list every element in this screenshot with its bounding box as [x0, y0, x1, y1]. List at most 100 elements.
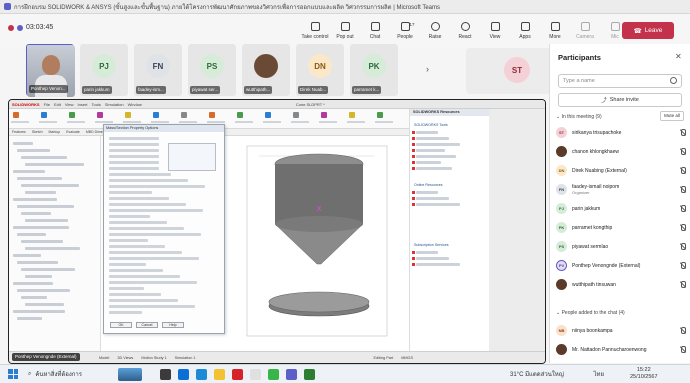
ribbon-tool-icon[interactable]	[41, 112, 47, 118]
camera-button[interactable]: Camera	[570, 18, 600, 44]
tree-item[interactable]	[21, 296, 47, 299]
participant-row[interactable]: DN Direk Nuabing (External)	[556, 163, 686, 178]
participant-tile[interactable]: PS piyawat ser...	[188, 44, 236, 96]
participant-tile[interactable]: FN faadey-ism...	[134, 44, 182, 96]
dialog-cancel-button[interactable]: Cancel	[136, 322, 158, 328]
sw-menu-item[interactable]: Window	[128, 102, 142, 107]
tree-item[interactable]	[17, 289, 70, 292]
participant-tile[interactable]: wutthipath...	[242, 44, 290, 96]
share-invite-button[interactable]: ⤴ Share invite	[558, 93, 682, 107]
sw-menu-item[interactable]: Tools	[92, 102, 101, 107]
solidworks-taskbar-icon[interactable]	[232, 369, 243, 380]
participant-row[interactable]: PV Ponthep Venongnde (External)	[556, 258, 686, 273]
tree-item[interactable]	[13, 310, 65, 313]
participant-tile[interactable]: PK parramet k...	[350, 44, 398, 96]
dialog-ok-button[interactable]: OK	[110, 322, 132, 328]
people-button[interactable]: People 17	[390, 18, 420, 44]
tree-item[interactable]	[25, 303, 64, 306]
tree-item[interactable]	[13, 142, 33, 145]
react-button[interactable]: React	[450, 18, 480, 44]
tree-item[interactable]	[25, 191, 56, 194]
sw-bottom-tab[interactable]: 3D Views	[117, 356, 133, 360]
resource-link[interactable]	[416, 251, 438, 254]
resource-link[interactable]	[416, 203, 460, 206]
resource-link[interactable]	[416, 197, 449, 200]
in-meeting-header[interactable]: ⌄ In this meeting (9)	[556, 114, 602, 120]
close-icon[interactable]: ✕	[675, 52, 682, 61]
resource-link[interactable]	[416, 149, 445, 152]
file-explorer-icon[interactable]	[214, 369, 225, 380]
tree-item[interactable]	[21, 268, 75, 271]
sw-bottom-tab[interactable]: Model	[99, 356, 109, 360]
resource-link[interactable]	[416, 155, 456, 158]
sw-tab[interactable]: Markup	[49, 130, 61, 134]
view-button[interactable]: View	[480, 18, 510, 44]
participant-row[interactable]: FN faadey-ismail noipom Organizer	[556, 182, 686, 197]
ribbon-tool-icon[interactable]	[125, 112, 131, 118]
pop-out-button[interactable]: Pop out	[330, 18, 360, 44]
tree-item[interactable]	[25, 247, 80, 250]
tree-item[interactable]	[13, 226, 69, 229]
edge-icon[interactable]	[178, 369, 189, 380]
sw-menu-item[interactable]: Insert	[78, 102, 88, 107]
chevron-right-icon[interactable]: ›	[426, 64, 429, 74]
participant-row[interactable]: Mr. Nattadon Pannucharoenwong	[556, 342, 686, 357]
participant-row[interactable]: wutthipath tinsuwan	[556, 277, 686, 292]
sw-menu-item[interactable]: Simulation	[105, 102, 124, 107]
sw-menu-item[interactable]: Edit	[54, 102, 61, 107]
tree-item[interactable]	[21, 156, 67, 159]
tree-item[interactable]	[17, 261, 58, 264]
mass-properties-dialog[interactable]: Mass/Section Property Options OK Cancel …	[103, 124, 225, 334]
participant-row[interactable]: ST sirikanya trisupachoke	[556, 125, 686, 140]
resource-link[interactable]	[416, 257, 449, 260]
sw-tab[interactable]: Evaluate	[66, 130, 80, 134]
resource-link[interactable]	[416, 167, 452, 170]
ribbon-tool-icon[interactable]	[13, 112, 19, 118]
ribbon-tool-icon[interactable]	[97, 112, 103, 118]
ribbon-tool-icon[interactable]	[321, 112, 327, 118]
ribbon-tool-icon[interactable]	[265, 112, 271, 118]
participant-tile[interactable]: DN Direk Nuab...	[296, 44, 344, 96]
sw-bottom-tab[interactable]: Motion Study 1	[141, 356, 166, 360]
leave-button[interactable]: ☎ Leave	[622, 22, 674, 39]
tree-item[interactable]	[25, 219, 68, 222]
excel-icon[interactable]	[304, 369, 315, 380]
tree-item[interactable]	[13, 170, 45, 173]
tree-item[interactable]	[17, 317, 42, 320]
tree-item[interactable]	[25, 275, 52, 278]
teams-taskbar-icon[interactable]	[286, 369, 297, 380]
chat-people-header[interactable]: ⌄ People added to the chat (4)	[556, 310, 625, 316]
participant-tile[interactable]: PJ parin jakkum	[80, 44, 128, 96]
chat-button[interactable]: Chat	[360, 18, 390, 44]
ribbon-tool-icon[interactable]	[181, 112, 187, 118]
app-icon[interactable]	[250, 369, 261, 380]
language-indicator[interactable]: ไทย	[594, 372, 605, 378]
ribbon-tool-icon[interactable]	[69, 112, 75, 118]
tree-item[interactable]	[21, 184, 79, 187]
tree-item[interactable]	[17, 149, 50, 152]
tree-item[interactable]	[17, 233, 46, 236]
participant-row[interactable]: PK parramet kongthip	[556, 220, 686, 235]
resource-link[interactable]	[416, 161, 441, 164]
sw-tab[interactable]: Features	[12, 130, 26, 134]
sw-bottom-tab[interactable]: Simulation 1	[175, 356, 196, 360]
participant-tile[interactable]: Ponthep Venon...	[26, 44, 75, 97]
ribbon-tool-icon[interactable]	[237, 112, 243, 118]
line-icon[interactable]	[268, 369, 279, 380]
sw-menu-item[interactable]: File	[44, 102, 50, 107]
resource-link[interactable]	[416, 191, 438, 194]
more-button[interactable]: More	[540, 18, 570, 44]
ribbon-tool-icon[interactable]	[377, 112, 383, 118]
chrome-icon[interactable]	[196, 369, 207, 380]
tree-item[interactable]	[17, 177, 62, 180]
taskbar-clock[interactable]: 15:22 25/10/2567	[630, 367, 658, 381]
tree-item[interactable]	[13, 198, 57, 201]
ribbon-tool-icon[interactable]	[349, 112, 355, 118]
ribbon-tool-icon[interactable]	[293, 112, 299, 118]
ribbon-tool-icon[interactable]	[153, 112, 159, 118]
mute-all-button[interactable]: Mute all	[660, 111, 684, 121]
task-view-icon[interactable]	[160, 369, 171, 380]
raise-button[interactable]: Raise	[420, 18, 450, 44]
tree-item[interactable]	[21, 212, 51, 215]
participant-row[interactable]: chanon khlongkhaew	[556, 144, 686, 159]
